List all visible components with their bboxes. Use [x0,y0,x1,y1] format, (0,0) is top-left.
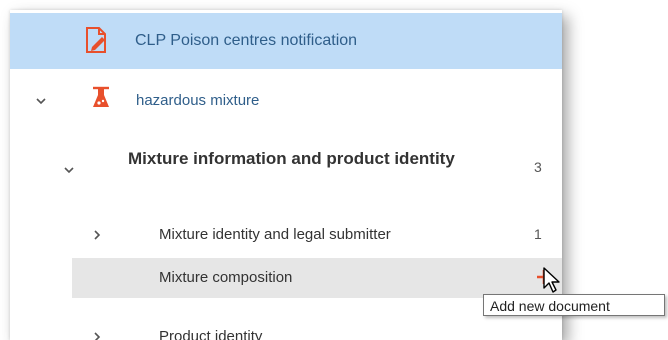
section-title: Mixture information and product identity [128,149,455,168]
tree-item-label: CLP Poison centres notification [135,32,358,49]
chevron-down-icon[interactable] [34,94,48,108]
chevron-right-icon[interactable] [90,330,104,340]
tooltip: Add new document [483,294,665,316]
tree-item-label: Mixture composition [159,269,293,286]
tree-item-mixture-composition[interactable]: Mixture composition [72,258,562,298]
document-tree-panel: CLP Poison centres notification hazardou… [10,10,562,340]
chevron-right-icon[interactable] [90,228,104,242]
flask-icon [90,86,112,110]
tree-item-label: Product identity [159,328,263,340]
section-count-badge: 3 [534,159,542,175]
document-edit-icon [84,27,108,53]
tree-item-product-identity[interactable]: Product identity [10,310,562,340]
tree-section-mixture-information[interactable]: Mixture information and product identity… [10,132,562,204]
mouse-pointer-icon [542,266,564,294]
tooltip-text: Add new document [490,298,610,314]
tree-item-label: Mixture identity and legal submitter [159,226,391,243]
chevron-down-icon[interactable] [62,163,76,177]
tree-item-mixture[interactable]: hazardous mixture [10,72,562,128]
item-count-badge: 1 [534,226,542,242]
tree-item-label: hazardous mixture [136,92,260,109]
tree-item-notification[interactable]: CLP Poison centres notification [10,13,562,69]
tree-item-mixture-identity[interactable]: Mixture identity and legal submitter 1 [10,206,562,266]
